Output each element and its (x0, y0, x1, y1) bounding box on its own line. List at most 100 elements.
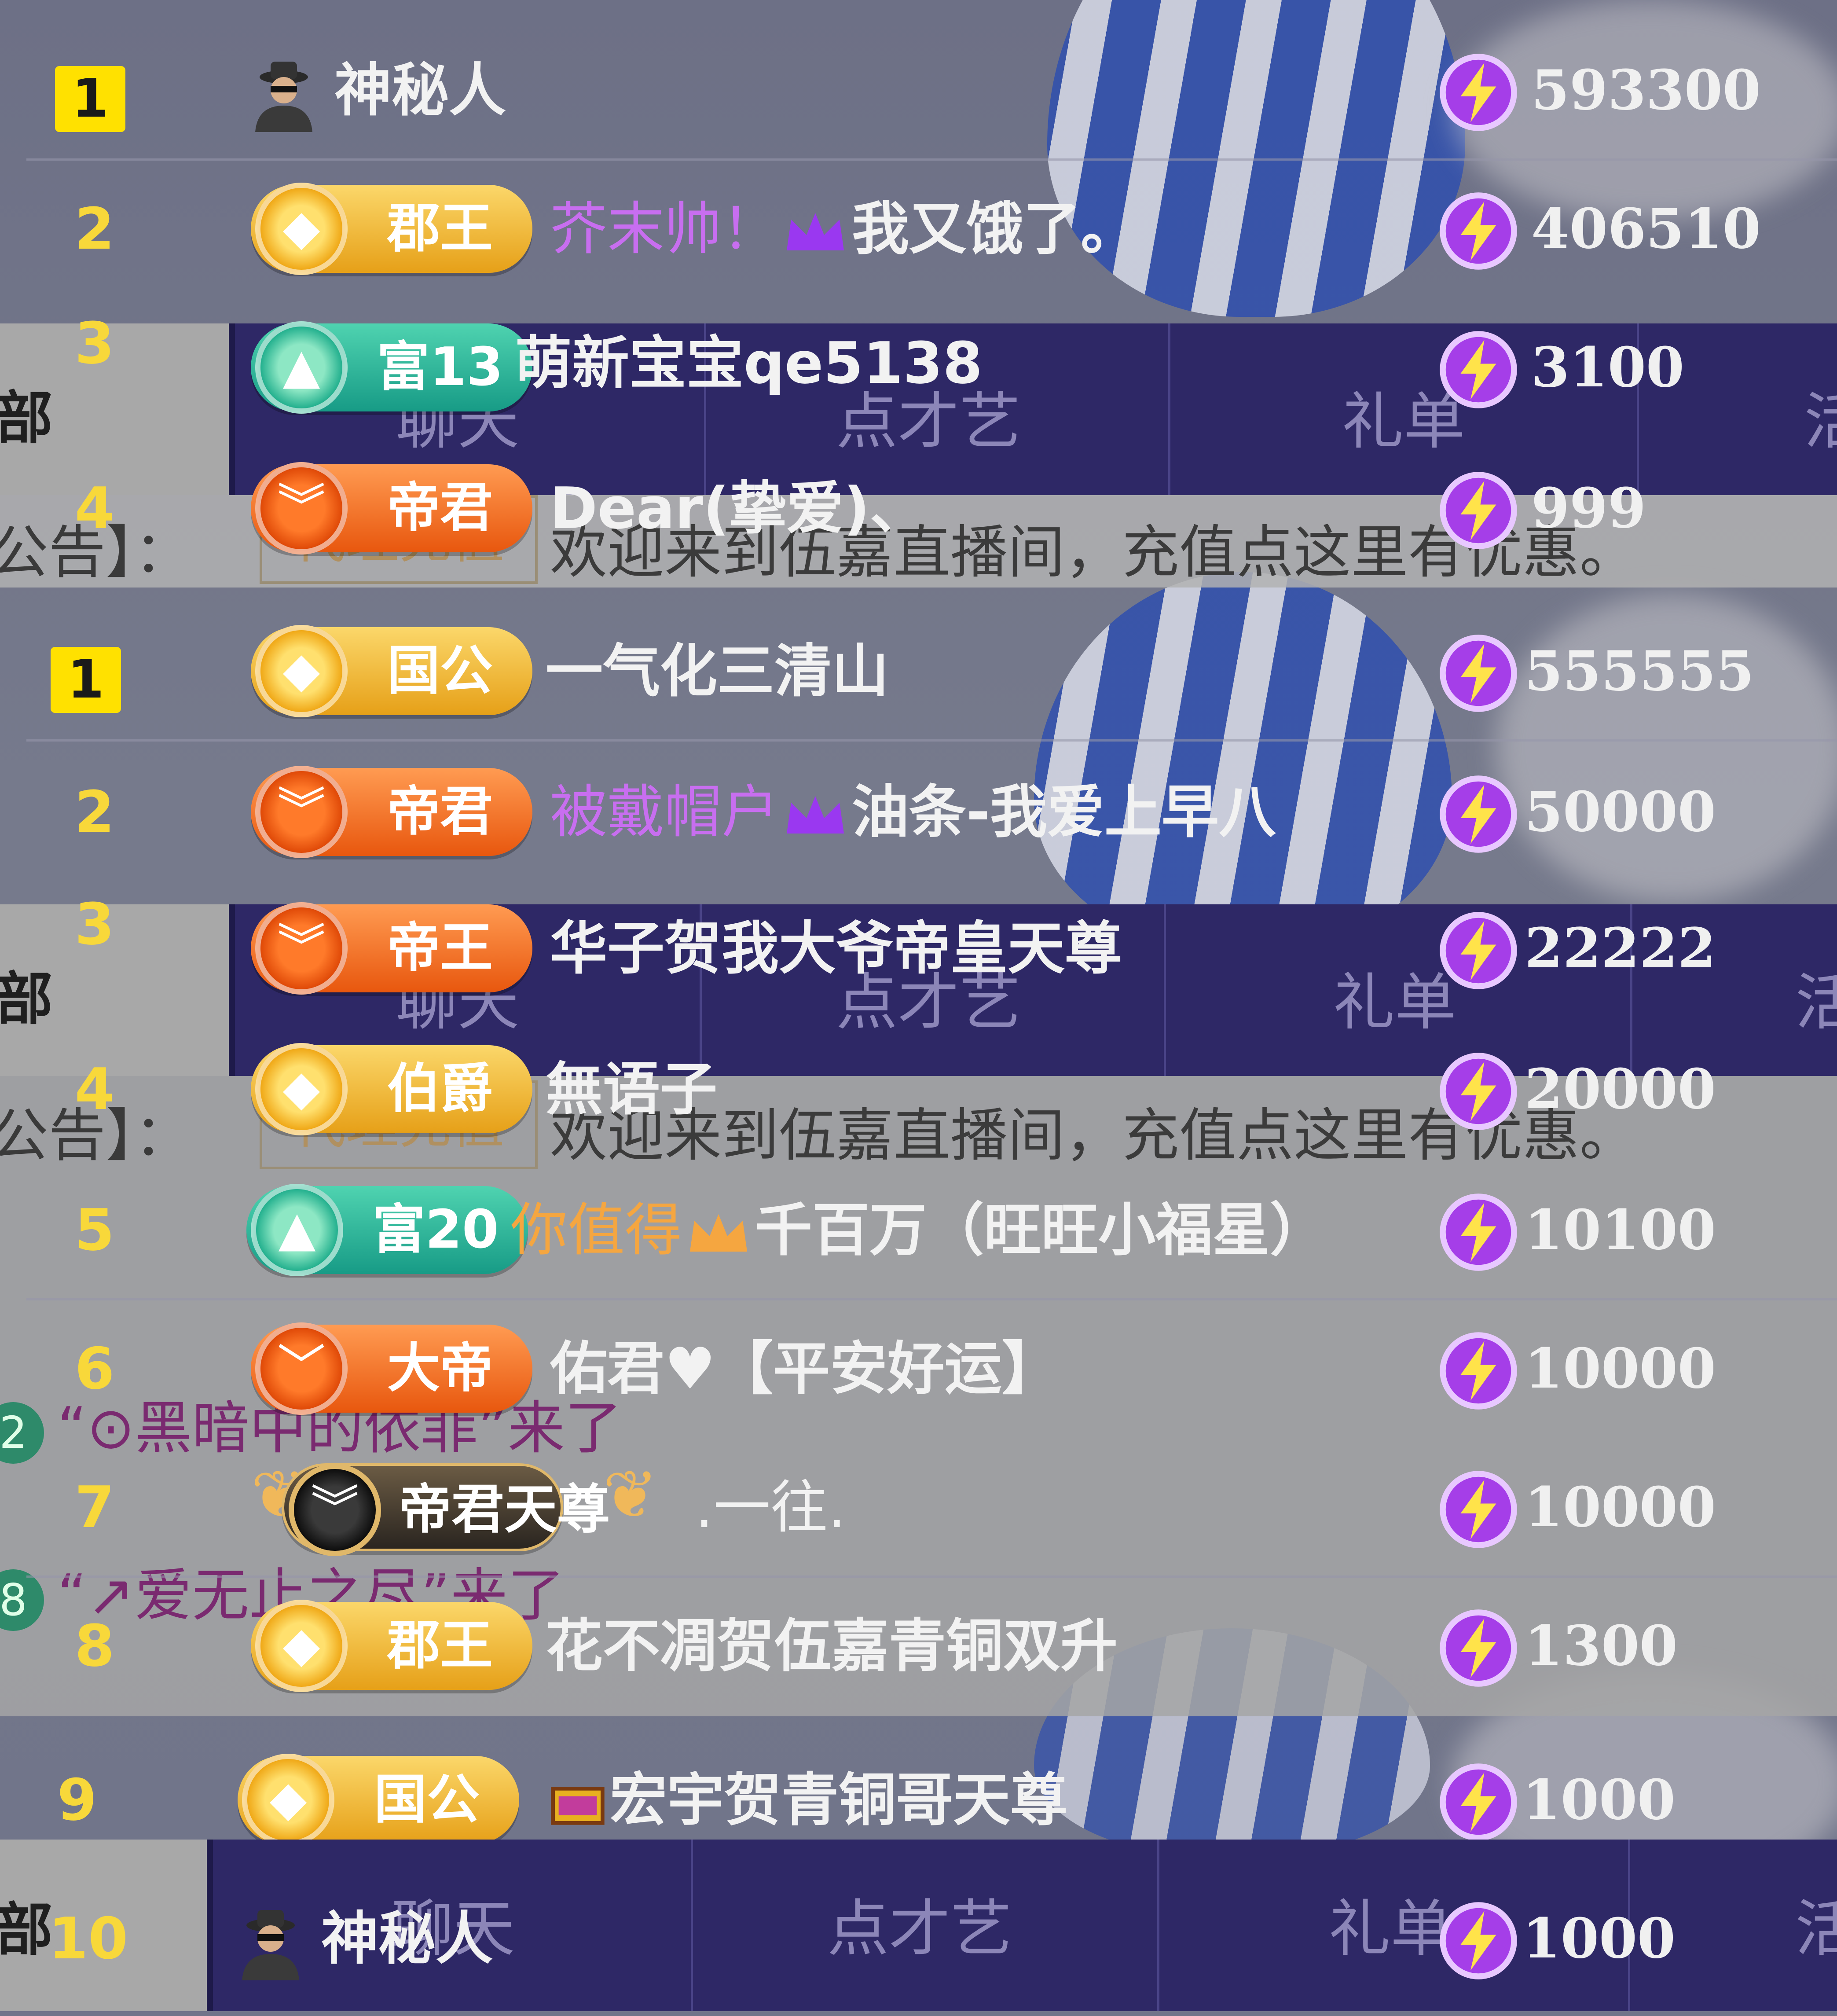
crown-icon (787, 796, 844, 834)
contribution-score: 406510 (1531, 197, 1761, 261)
medal-coin-icon: ◆ (255, 625, 348, 717)
medal-coin-icon: ◆ (255, 1043, 348, 1135)
spy-avatar-icon (255, 62, 312, 132)
rank-row[interactable]: 6 ﹀ 大帝 佑君♥【平安好运】 10000 (0, 1300, 1837, 1437)
rank-row[interactable]: 1 ◆ 国公 一气化三清山 555555 (0, 603, 1837, 739)
noble-badge: ︾ 帝君 (251, 766, 532, 858)
rank-number: 1 (55, 66, 125, 132)
user-name[interactable]: 芥末帅！ 我又饿了。 (550, 161, 1138, 297)
noble-badge: ◆ 国公 (251, 625, 532, 717)
user-name[interactable]: 佑君♥【平安好运】 (550, 1300, 1059, 1437)
treasure-chest-icon (551, 1787, 605, 1825)
rank-number: 5 (74, 1197, 115, 1263)
rank-row[interactable]: 3 ▲ 富13 萌新宝宝qe5138 3100 (0, 299, 1837, 436)
lightning-bolt-icon (1440, 331, 1517, 408)
wealth-level-icon: ▲ (255, 321, 348, 414)
noble-badge: ︾ 帝王 (251, 902, 532, 995)
rank-number: 3 (74, 310, 115, 377)
lightning-bolt-icon (1440, 635, 1517, 712)
user-name[interactable]: 無语子 (546, 1021, 717, 1157)
noble-badge: ︾ 帝君 (251, 462, 532, 554)
badge-label: 帝君天尊 (399, 1479, 610, 1540)
user-name[interactable]: 花不凋贺伍嘉青铜双升 (546, 1578, 1118, 1714)
contribution-score: 593300 (1531, 58, 1761, 122)
user-name[interactable]: Dear(挚爱)、 (550, 440, 927, 577)
rank-row[interactable]: 7 ❦ ︾ 帝君天尊 ❦ .一往. 10000 (0, 1439, 1837, 1575)
contribution-score: 50000 (1525, 780, 1716, 844)
rank-number: 4 (74, 475, 115, 542)
medal-coin-icon: ◆ (255, 1600, 348, 1692)
user-name[interactable]: .一往. (695, 1439, 846, 1575)
badge-label: 国公 (374, 1769, 480, 1830)
noble-badge: ◆ 郡王 (251, 1600, 532, 1692)
rank-number: 1 (51, 647, 121, 713)
contribution-score: 999 (1531, 476, 1646, 540)
badge-label: 大帝 (387, 1338, 493, 1399)
rank-row[interactable]: 3 ︾ 帝王 华子贺我大爷帝皇天尊 22222 (0, 880, 1837, 1017)
contribution-score: 22222 (1525, 916, 1716, 980)
crown-icon (690, 1214, 748, 1252)
lightning-bolt-icon (1440, 1902, 1517, 1979)
user-name-text: 我又饿了。 (852, 195, 1138, 262)
noble-badge: ﹀ 大帝 (251, 1322, 532, 1415)
contribution-score: 10000 (1525, 1337, 1716, 1401)
right-wing-icon: ❦ (603, 1457, 658, 1533)
rank-number: 4 (74, 1056, 115, 1123)
user-name[interactable]: 一气化三清山 (546, 603, 889, 739)
wealth-badge: ▲ 富20 (246, 1184, 528, 1276)
badge-label: 郡王 (387, 1615, 493, 1676)
fan-club-prefix: 你值得 (510, 1197, 682, 1263)
rank-number: 6 (74, 1335, 115, 1402)
user-name[interactable]: 华子贺我大爷帝皇天尊 (550, 880, 1122, 1017)
rank-number: 10 (48, 1905, 128, 1972)
rank-row[interactable]: 4 ︾ 帝君 Dear(挚爱)、 999 (0, 440, 1837, 577)
lightning-bolt-icon (1440, 1053, 1517, 1130)
lightning-bolt-icon (1440, 54, 1517, 131)
chevron-medal-icon: ︾ (255, 766, 348, 858)
fan-club-prefix: 芥末帅！ (550, 195, 779, 262)
rank-row[interactable]: 8 ◆ 郡王 花不凋贺伍嘉青铜双升 1300 (0, 1578, 1837, 1714)
contribution-score: 20000 (1525, 1057, 1716, 1121)
badge-label: 富20 (372, 1199, 499, 1260)
lightning-bolt-icon (1440, 1332, 1517, 1410)
rank-row[interactable]: 5 ▲ 富20 你值得 千百万（旺旺小福星） 10100 (0, 1162, 1837, 1298)
lightning-bolt-icon (1440, 1609, 1517, 1687)
noble-badge: ◆ 郡王 (251, 183, 532, 275)
wealth-level-icon: ▲ (251, 1184, 343, 1276)
contribution-score: 10000 (1525, 1475, 1716, 1539)
lightning-bolt-icon (1440, 1763, 1517, 1841)
lightning-bolt-icon (1440, 912, 1517, 989)
badge-label: 伯爵 (387, 1058, 493, 1120)
rank-row[interactable]: 1 神秘人 593300 (0, 22, 1837, 158)
user-name[interactable]: 神秘人 (334, 22, 506, 158)
medal-coin-icon: ◆ (255, 183, 348, 275)
user-name[interactable]: 你值得 千百万（旺旺小福星） (510, 1162, 1327, 1298)
contribution-score: 10100 (1525, 1198, 1716, 1262)
noble-badge: ◆ 伯爵 (251, 1043, 532, 1135)
badge-label: 帝君 (387, 477, 493, 539)
rank-number: 2 (74, 778, 115, 845)
contribution-score: 555555 (1525, 639, 1754, 703)
rank-row[interactable]: 2 ◆ 郡王 芥末帅！ 我又饿了。 406510 (0, 161, 1837, 297)
lightning-bolt-icon (1440, 192, 1517, 270)
badge-label: 国公 (387, 640, 493, 701)
user-name[interactable]: 萌新宝宝qe5138 (515, 299, 983, 427)
user-name[interactable]: 被戴帽户 油条-我爱上早八 (550, 744, 1276, 880)
badge-label: 郡王 (387, 198, 493, 259)
rank-row[interactable]: 4 ◆ 伯爵 無语子 20000 (0, 1021, 1837, 1157)
chevron-medal-icon: ︾ (255, 462, 348, 554)
noble-badge: ◆ 国公 (238, 1754, 519, 1846)
contribution-score: 1000 (1522, 1906, 1676, 1971)
lightning-bolt-icon (1440, 472, 1517, 549)
user-name-text: 宏宇贺青铜哥天尊 (610, 1766, 1068, 1833)
spy-avatar-icon (242, 1910, 299, 1980)
rank-number: 2 (74, 195, 115, 262)
rank-number: 7 (74, 1474, 115, 1541)
rank-row[interactable]: 2 ︾ 帝君 被戴帽户 油条-我爱上早八 50000 (0, 744, 1837, 880)
lightning-bolt-icon (1440, 775, 1517, 853)
lightning-bolt-icon (1440, 1471, 1517, 1548)
rank-row[interactable]: 10 神秘人 1000 (0, 1870, 1837, 2007)
badge-label: 富13 (377, 337, 503, 398)
rank-number: 8 (74, 1612, 115, 1679)
user-name[interactable]: 神秘人 (321, 1870, 493, 2007)
